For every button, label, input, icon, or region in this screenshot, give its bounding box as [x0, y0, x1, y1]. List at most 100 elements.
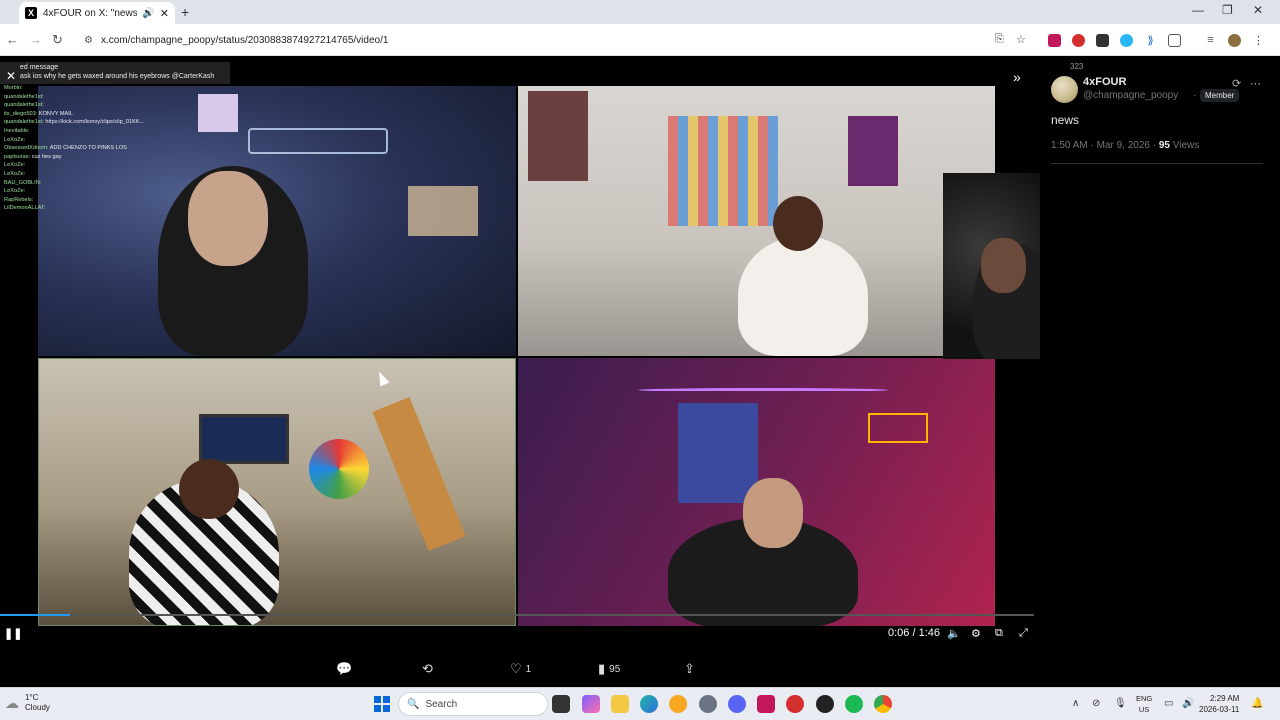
more-options-icon[interactable]: ⋯: [1250, 77, 1261, 90]
profile-avatar[interactable]: [1228, 34, 1241, 47]
search-icon: 🔍: [407, 698, 420, 710]
new-tab-button[interactable]: +: [181, 4, 189, 20]
chat-username: its_diego503:: [4, 110, 39, 117]
avatar[interactable]: [1051, 76, 1078, 103]
chat-username: LilDemonALLAT:: [4, 205, 46, 212]
chat-message: LilDemonALLAT:: [0, 204, 230, 213]
video-player[interactable]: ed message ask ios why he gets waxed aro…: [0, 57, 1040, 687]
task-view-icon[interactable]: [552, 695, 570, 713]
stream-cell-2: [518, 86, 995, 356]
close-window-button[interactable]: ✕: [1253, 3, 1263, 17]
browser-tab[interactable]: X 4xFOUR on X: "news https: 🔊 ✕: [19, 2, 175, 24]
close-media-icon[interactable]: ✕: [6, 69, 16, 83]
stream-cell-3: [38, 358, 516, 626]
copilot-icon[interactable]: [582, 695, 600, 713]
shelf-light: [408, 186, 478, 236]
grok-icon[interactable]: ⟳: [1232, 77, 1241, 90]
chat-pinned-title: ed message: [20, 64, 59, 71]
chrome-icon[interactable]: [874, 695, 892, 713]
forward-icon[interactable]: →: [29, 32, 42, 47]
bookmark-star-icon[interactable]: ☆: [1016, 33, 1026, 46]
share-icon: ⇪: [684, 661, 695, 676]
reply-button[interactable]: 💬: [336, 661, 356, 677]
browser-menu-icon[interactable]: ⋮: [1252, 34, 1265, 47]
video-progress-bar[interactable]: [0, 614, 1034, 616]
settings-gear-icon[interactable]: ⚙: [971, 627, 981, 640]
address-bar-row: ← → ↻ ⚙ x.com/champagne_poopy/status/203…: [0, 24, 1280, 56]
share-button[interactable]: ⇪: [684, 661, 695, 677]
install-app-icon[interactable]: ⎘: [995, 33, 1004, 46]
network-off-icon[interactable]: ⊘: [1092, 698, 1100, 709]
spotify-icon[interactable]: [845, 695, 863, 713]
tweet-actions: 💬 ⟲ ♡ 1 ▮ 95 ⇪: [0, 655, 1040, 685]
media-icon[interactable]: ≡: [1204, 34, 1217, 47]
views-button[interactable]: ▮ 95: [598, 661, 620, 677]
cloud-icon: ☁: [5, 694, 19, 711]
extension-icon-4[interactable]: [1120, 34, 1133, 47]
extension-icon-5[interactable]: ⟫: [1144, 34, 1157, 47]
discord-icon[interactable]: [728, 695, 746, 713]
minimize-button[interactable]: —: [1192, 3, 1204, 17]
chat-message: paptsuras: cuz hes gay: [0, 153, 230, 162]
extension-icon-1[interactable]: [1048, 34, 1061, 47]
tray-chevron-icon[interactable]: ∧: [1072, 698, 1079, 709]
tweet-timestamp[interactable]: 1:50 AM · Mar 9, 2026 ·: [1051, 140, 1156, 151]
steam-icon[interactable]: [816, 695, 834, 713]
display-name[interactable]: 4xFOUR: [1083, 76, 1126, 88]
chat-message: quandalethe1st: https://kick.com/konvy/c…: [0, 118, 230, 127]
neon-sign: [248, 128, 388, 154]
app-icon-sun[interactable]: [669, 695, 687, 713]
streamer-4-face: [743, 478, 803, 548]
joker-poster: [848, 116, 898, 186]
chat-text: KONVY MAIL: [38, 110, 73, 117]
chat-username: LeXoZe:: [4, 136, 26, 143]
app-icon-next[interactable]: [757, 695, 775, 713]
chat-message: quandalethe1st:: [0, 93, 230, 102]
system-clock[interactable]: 2:29 AM 2026-03-11: [1199, 693, 1239, 715]
app-icon-red[interactable]: [786, 695, 804, 713]
prize-wheel: [309, 439, 369, 499]
back-icon[interactable]: ←: [6, 32, 19, 47]
chat-message: Morbin:: [0, 84, 230, 93]
site-info-icon[interactable]: ⚙: [84, 35, 93, 46]
like-button[interactable]: ♡ 1: [510, 661, 531, 677]
repost-button[interactable]: ⟲: [422, 661, 437, 677]
chat-lines: Morbin: quandalethe1st: quandalethe1st: …: [0, 84, 230, 213]
settings-icon[interactable]: [699, 695, 717, 713]
close-tab-icon[interactable]: ✕: [160, 7, 169, 20]
mic-icon[interactable]: 🎙: [1114, 698, 1127, 709]
like-count: 1: [525, 663, 532, 675]
file-explorer-icon[interactable]: [611, 695, 629, 713]
pip-icon[interactable]: ⧉: [995, 627, 1003, 640]
windows-taskbar: ☁ 1°C Cloudy 🔍 Search ∧ ⊘ 🎙 ENG US ▭ 🔊 2…: [0, 687, 1280, 720]
chat-text: cuz hes gay: [31, 153, 62, 160]
user-handle[interactable]: @champagne_poopy: [1083, 90, 1178, 101]
taskbar-search[interactable]: 🔍 Search: [398, 692, 548, 716]
extensions-puzzle-icon[interactable]: [1168, 34, 1181, 47]
divider: [1051, 163, 1263, 164]
stream-cell-5: [943, 173, 1040, 359]
chat-text: https://kick.com/konvy/clips/clip_01KK..…: [45, 119, 145, 126]
neon-logo: [868, 413, 928, 443]
chat-message: Inevitable:: [0, 127, 230, 136]
edge-icon[interactable]: [640, 695, 658, 713]
display-icon[interactable]: ▭: [1164, 698, 1173, 709]
notification-bell-icon[interactable]: 🔔: [1251, 698, 1263, 709]
speaker-icon[interactable]: 🔊: [142, 8, 154, 19]
maximize-button[interactable]: ❐: [1222, 3, 1233, 17]
reload-icon[interactable]: ↻: [52, 32, 63, 48]
expand-panel-icon[interactable]: »: [1013, 69, 1021, 85]
streamer-2-head: [773, 196, 823, 251]
skateboard-wall: [668, 116, 778, 226]
pause-icon[interactable]: ❚❚: [4, 627, 22, 640]
language-indicator[interactable]: ENG US: [1136, 693, 1152, 715]
volume-icon[interactable]: 🔈: [947, 627, 961, 640]
extension-icon-2[interactable]: [1072, 34, 1085, 47]
speaker-tray-icon[interactable]: 🔊: [1182, 698, 1194, 709]
start-button[interactable]: [374, 696, 390, 712]
url-field[interactable]: ⚙ x.com/champagne_poopy/status/203088387…: [74, 28, 1034, 52]
wall-art: [528, 91, 588, 181]
weather-widget[interactable]: ☁ 1°C Cloudy: [5, 693, 50, 713]
fullscreen-icon[interactable]: ⤢: [1019, 627, 1028, 640]
extension-icon-3[interactable]: [1096, 34, 1109, 47]
